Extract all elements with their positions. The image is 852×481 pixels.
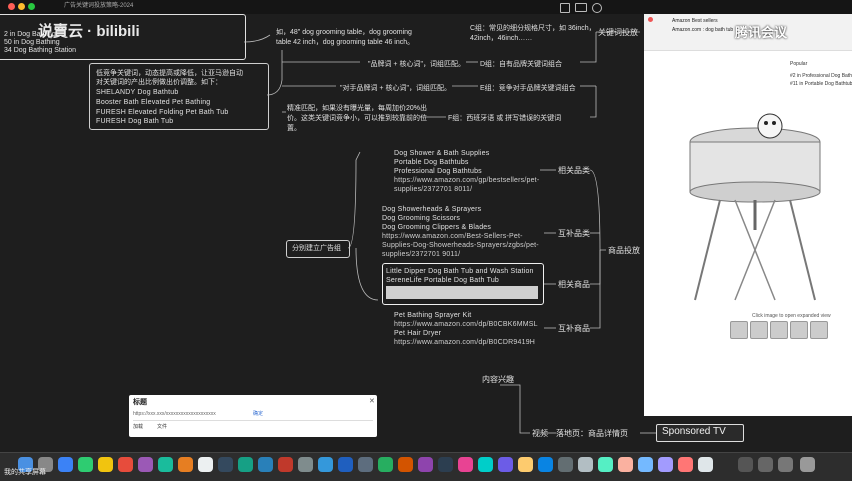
shop-tab-2[interactable]: Amazon.com : dog bath tub [672,26,733,35]
complementary-products-link-1[interactable]: https://www.amazon.com/dp/B0CBK6MMSL [394,320,538,329]
complementary-products-line-2: Pet Hair Dryer [394,330,442,337]
screenshot-icon[interactable] [778,457,793,472]
product-placement-label: 商品投放 [608,246,640,255]
video-label: 视频 [532,429,548,438]
app-icon-3[interactable] [318,457,333,472]
app-icon-1[interactable] [278,457,293,472]
chrome-icon[interactable] [118,457,133,472]
app-icon-16[interactable] [598,457,613,472]
related-category-line-2: Portable Dog Bathtubs [394,159,469,166]
product-image[interactable] [680,100,830,310]
app-icon-13[interactable] [538,457,553,472]
dialog-divider [133,420,373,421]
safari-icon[interactable] [58,457,73,472]
app-icon-19[interactable] [658,457,673,472]
app-icon-4[interactable] [358,457,373,472]
dialog-option-b[interactable]: 文件 [157,423,167,432]
app-icon-7[interactable] [418,457,433,472]
app-icon-14[interactable] [558,457,573,472]
complementary-category-line-2: Dog Grooming Scissors [382,215,461,222]
calendar-icon[interactable] [198,457,213,472]
mail-icon[interactable] [258,457,273,472]
wechat-icon[interactable] [238,457,253,472]
landing-page-label: 落地页：商品详情页 [556,429,628,438]
notes-icon[interactable] [98,457,113,472]
complementary-products-line-1: Pet Bathing Sprayer Kit [394,312,472,319]
app-icon-17[interactable] [618,457,633,472]
app-icon-11[interactable] [498,457,513,472]
tab-dot-icon [648,17,653,22]
thumbnail-2[interactable] [750,321,768,339]
dialog-url-line: https://xxx.xxx/xxxxxxxxxxxxxxxxxxxx [133,411,216,417]
thumbnail-3[interactable] [770,321,788,339]
app-icon-9[interactable] [458,457,473,472]
related-category-link-2[interactable]: supplies/2372701 8011/ [394,185,472,194]
settings-icon[interactable] [218,457,233,472]
shop-tab-1[interactable]: Amazon Best sellers [672,17,718,26]
dialog-title: 标题 [133,399,147,406]
sponsored-tv-label: Sponsored TV [662,426,726,437]
thumbnail-4[interactable] [790,321,808,339]
thumbnail-1[interactable] [730,321,748,339]
app-icon-5[interactable] [378,457,393,472]
app-icon-15[interactable] [578,457,593,472]
screen-share-status: 我的共享屏幕 [4,469,46,476]
app-icon-12[interactable] [518,457,533,472]
complementary-products-label: 互补商品 [558,324,590,333]
tencent-meeting-logo: 腾讯会议 [735,25,788,40]
maps-icon[interactable] [158,457,173,472]
app-icon-18[interactable] [638,457,653,472]
photos-icon[interactable] [178,457,193,472]
app-icon-2[interactable] [298,457,313,472]
dialog-option-a[interactable]: 加载 [133,423,143,432]
related-category-link-1[interactable]: https://www.amazon.com/gp/bestsellers/pe… [394,176,539,185]
complementary-category-link-1[interactable]: https://www.amazon.com/Best-Sellers-Pet- [382,232,523,241]
complementary-products-link-2[interactable]: https://www.amazon.com/dp/B0CDR9419H [394,338,535,347]
ad-group-node-label: 分别建立广告组 [292,245,341,252]
app-icon-10[interactable] [478,457,493,472]
content-interest-label: 内容兴趣 [482,375,514,384]
complementary-category-line-1: Dog Showerheads & Sprayers [382,206,482,213]
app-icon-21[interactable] [698,457,713,472]
related-products-line-1: Little Dipper Dog Bath Tub and Wash Stat… [386,268,534,275]
related-products-label: 相关商品 [558,280,590,289]
trash-icon[interactable] [800,457,815,472]
text-selection-highlight[interactable] [386,286,538,299]
dialog-ok[interactable]: 确定 [253,410,263,419]
shop-side-3: #11 in Portable Dog Bathtubs [790,81,852,87]
complementary-category-label: 互补品类 [558,229,590,238]
thumbnail-5[interactable] [810,321,828,339]
dialog-window: 标题 ✕ https://xxx.xxx/xxxxxxxxxxxxxxxxxxx… [129,395,377,437]
app-icon-20[interactable] [678,457,693,472]
folder-icon[interactable] [758,457,773,472]
related-category-line-1: Dog Shower & Bath Supplies [394,150,490,157]
shop-side-1: Popular [790,61,808,67]
app-icon-8[interactable] [438,457,453,472]
app-store-icon[interactable] [338,457,353,472]
messages-icon[interactable] [78,457,93,472]
complementary-category-link-3[interactable]: supplies/2372701 9011/ [382,250,460,259]
complementary-category-link-2[interactable]: Supplies-Dog-Showerheads-Sprayers/zgbs/p… [382,241,539,250]
downloads-folder-icon[interactable] [738,457,753,472]
related-category-label: 相关品类 [558,166,590,175]
music-icon[interactable] [138,457,153,472]
related-products-line-2: SereneLife Portable Dog Bath Tub [386,277,500,284]
close-icon[interactable]: ✕ [369,397,375,405]
app-icon-6[interactable] [398,457,413,472]
complementary-category-line-3: Dog Grooming Clippers & Blades [382,224,492,231]
related-category-line-3: Professional Dog Bathtubs [394,168,482,175]
image-caption: Click image to open expanded view [752,313,831,319]
